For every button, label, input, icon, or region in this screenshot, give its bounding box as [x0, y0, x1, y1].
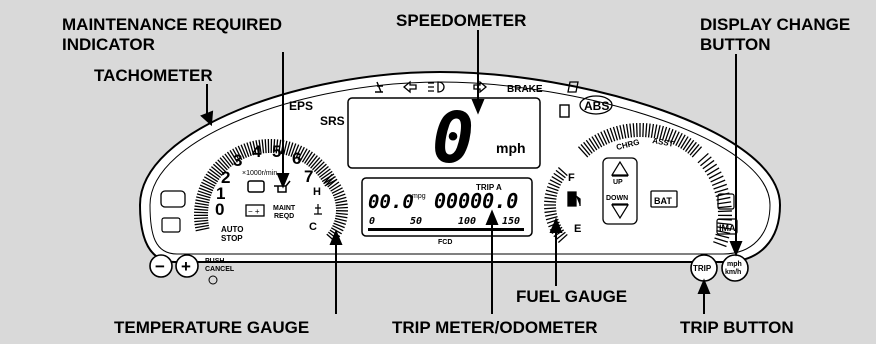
eps-warning-label: EPS [289, 99, 313, 113]
tach-unit-label: ×1000r/min [242, 170, 277, 177]
cancel-symbol-icon [208, 275, 218, 285]
callout-temperature-gauge: TEMPERATURE GAUGE [114, 318, 309, 337]
fcd-scale-50: 50 [410, 216, 422, 227]
gauge-tick [717, 210, 732, 213]
auto-stop-label-line2: STOP [221, 234, 243, 243]
fcd-label: FCD [438, 239, 452, 246]
abs-warning-label: ABS [584, 99, 609, 113]
callout-trip-button: TRIP BUTTON [680, 318, 794, 337]
gauge-tick [264, 139, 267, 154]
diagram-canvas: 0 1 2 3 4 5 6 7 ×1000r/min − + MAINT REQ… [62, 11, 850, 337]
tach-number-2: 2 [221, 168, 230, 187]
trip-button-label: TRIP [693, 264, 712, 273]
fcd-scale-0: 0 [369, 216, 375, 227]
callout-trip-meter-odometer: TRIP METER/ODOMETER [392, 318, 598, 337]
tach-number-5: 5 [272, 142, 281, 161]
gauge-tick [642, 123, 645, 138]
speed-unit: mph [496, 140, 526, 156]
gauge-tick [194, 211, 209, 214]
auto-stop-label-line1: AUTO [221, 225, 244, 234]
temp-cold-label: C [309, 221, 317, 233]
tach-number-7: 7 [304, 167, 313, 186]
push-cancel-label-line1: PUSH [205, 258, 224, 265]
fuel-economy-unit: mpg [412, 193, 426, 200]
display-change-button[interactable] [721, 254, 749, 282]
callout-maintenance-required-line1: MAINTENANCE REQUIRED [62, 15, 282, 34]
callout-display-change-line1: DISPLAY CHANGE [700, 15, 850, 34]
maint-reqd-label-line2: REQD [274, 213, 294, 220]
tach-number-6: 6 [292, 149, 301, 168]
ima-label: IMA [719, 223, 736, 233]
display-change-button-label-line1: mph [727, 261, 742, 268]
callout-display-change-line2: BUTTON [700, 35, 771, 54]
fuel-economy-value: 00.0 [368, 191, 414, 213]
assist-up-label: UP [613, 179, 623, 186]
push-cancel-label-line2: CANCEL [205, 266, 235, 273]
gauge-tick [335, 206, 348, 209]
fcd-bar [368, 228, 524, 231]
gauge-tick [194, 217, 209, 220]
fuel-full-label: F [568, 172, 575, 184]
odometer-value: 00000.0 [434, 189, 518, 213]
callout-fuel-gauge: FUEL GAUGE [516, 287, 627, 306]
minus-button-label: − [155, 257, 165, 276]
assist-down-label: DOWN [606, 195, 628, 202]
gauge-tick [544, 207, 557, 210]
gauge-tick [635, 123, 638, 138]
fuel-empty-label: E [574, 223, 581, 235]
fcd-scale-100: 100 [458, 216, 476, 227]
callout-maintenance-required-line2: INDICATOR [62, 35, 155, 54]
svg-text:− +: − + [248, 207, 260, 216]
battery-label: BAT [654, 196, 672, 206]
temp-hot-label: H [313, 186, 321, 198]
fcd-scale-150: 150 [502, 216, 520, 227]
brake-warning-label: BRAKE [507, 84, 543, 95]
callout-tachometer: TACHOMETER [94, 66, 213, 85]
maint-reqd-label-line1: MAINT [273, 205, 296, 212]
speed-value: 0 [432, 97, 474, 179]
tach-number-3: 3 [233, 151, 242, 170]
callout-speedometer: SPEEDOMETER [396, 11, 526, 30]
gauge-tick [544, 200, 557, 203]
plus-button-label: + [181, 257, 191, 276]
display-change-button-label-line2: km/h [725, 269, 741, 276]
srs-warning-label: SRS [320, 114, 345, 128]
instrument-panel-diagram: 0 1 2 3 4 5 6 7 ×1000r/min − + MAINT REQ… [0, 0, 876, 344]
tach-number-4: 4 [252, 142, 262, 161]
